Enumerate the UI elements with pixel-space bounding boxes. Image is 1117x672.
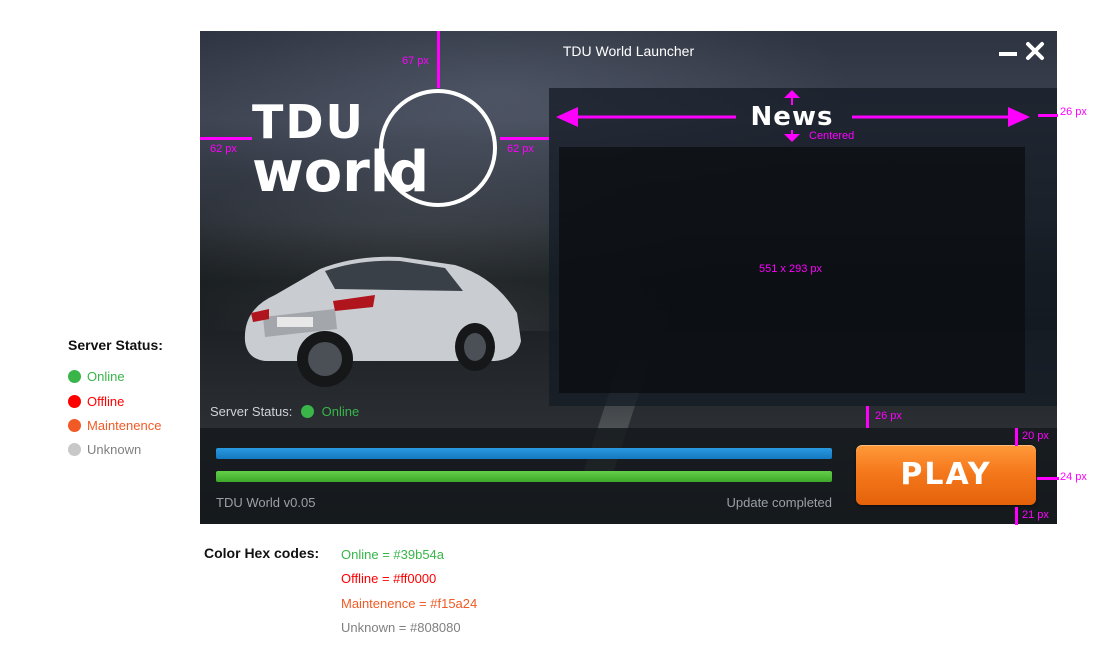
status-dot-icon [68,370,81,383]
legend-label: Online [87,369,125,384]
annotation-news-right: 26 px [1060,106,1087,118]
news-size-label: 551 x 293 px [759,263,822,275]
annotation-line-play-top [1015,428,1018,446]
tdu-world-logo: TDU world [252,89,497,207]
hex-codes-title: Color Hex codes: [204,545,320,561]
annotation-news-centered: Centered [809,130,855,142]
legend-item-unknown: Unknown [68,442,141,457]
status-dot-icon [301,405,314,418]
annotation-play-bottom: 21 px [1022,509,1049,521]
news-content: 551 x 293 px [559,147,1025,393]
install-progress-bar [216,471,832,482]
legend-item-offline: Offline [68,394,124,409]
status-dot-icon [68,419,81,432]
window-title: TDU World Launcher [562,43,695,59]
bottom-bar: TDU World v0.05 Update completed PLAY [200,428,1057,524]
status-dot-icon [68,443,81,456]
annotation-line-top [437,31,440,88]
legend-label: Maintenence [87,418,162,433]
update-status: Update completed [726,495,832,510]
legend-title: Server Status: [68,337,163,353]
legend-item-maintenence: Maintenence [68,418,161,433]
annotation-line-logo-right [500,137,549,140]
minimize-button[interactable] [996,39,1020,63]
legend-item-online: Online [68,369,125,384]
annotation-top-margin: 67 px [402,55,429,67]
hex-code-offline: Offline = #ff0000 [341,571,437,586]
annotation-play-right: 24 px [1060,471,1087,483]
legend-label: Offline [87,394,125,409]
legend-label: Unknown [87,442,142,457]
annotation-line-play-bottom [1015,507,1018,525]
annotation-line-news-bottom [866,406,869,428]
hex-code-online: Online = #39b54a [341,547,445,562]
annotation-logo-right: 62 px [507,143,534,155]
download-progress-bar [216,448,832,459]
logo-line2: world [252,140,429,205]
annotation-news-bottom: 26 px [875,410,902,422]
server-status-value: Online [321,404,360,419]
hex-code-unknown: Unknown = #808080 [341,620,461,635]
version-label: TDU World v0.05 [216,495,316,510]
play-button[interactable]: PLAY [856,445,1036,505]
annotation-line-play-right [1037,477,1059,480]
status-dot-icon [68,395,81,408]
server-status: Server Status: Online [210,404,359,419]
close-button[interactable] [1023,39,1047,63]
minimize-icon [999,52,1017,56]
annotation-play-top: 20 px [1022,430,1049,442]
annotation-line-news-right [1038,114,1058,117]
server-status-label: Server Status: [210,404,293,419]
annotation-line-logo-left [200,137,252,140]
news-centering-arrows [556,90,1030,142]
hex-code-maintenence: Maintenence = #f15a24 [341,596,478,611]
close-icon [1026,42,1044,60]
annotation-logo-left: 62 px [210,143,237,155]
car-image [244,256,521,387]
